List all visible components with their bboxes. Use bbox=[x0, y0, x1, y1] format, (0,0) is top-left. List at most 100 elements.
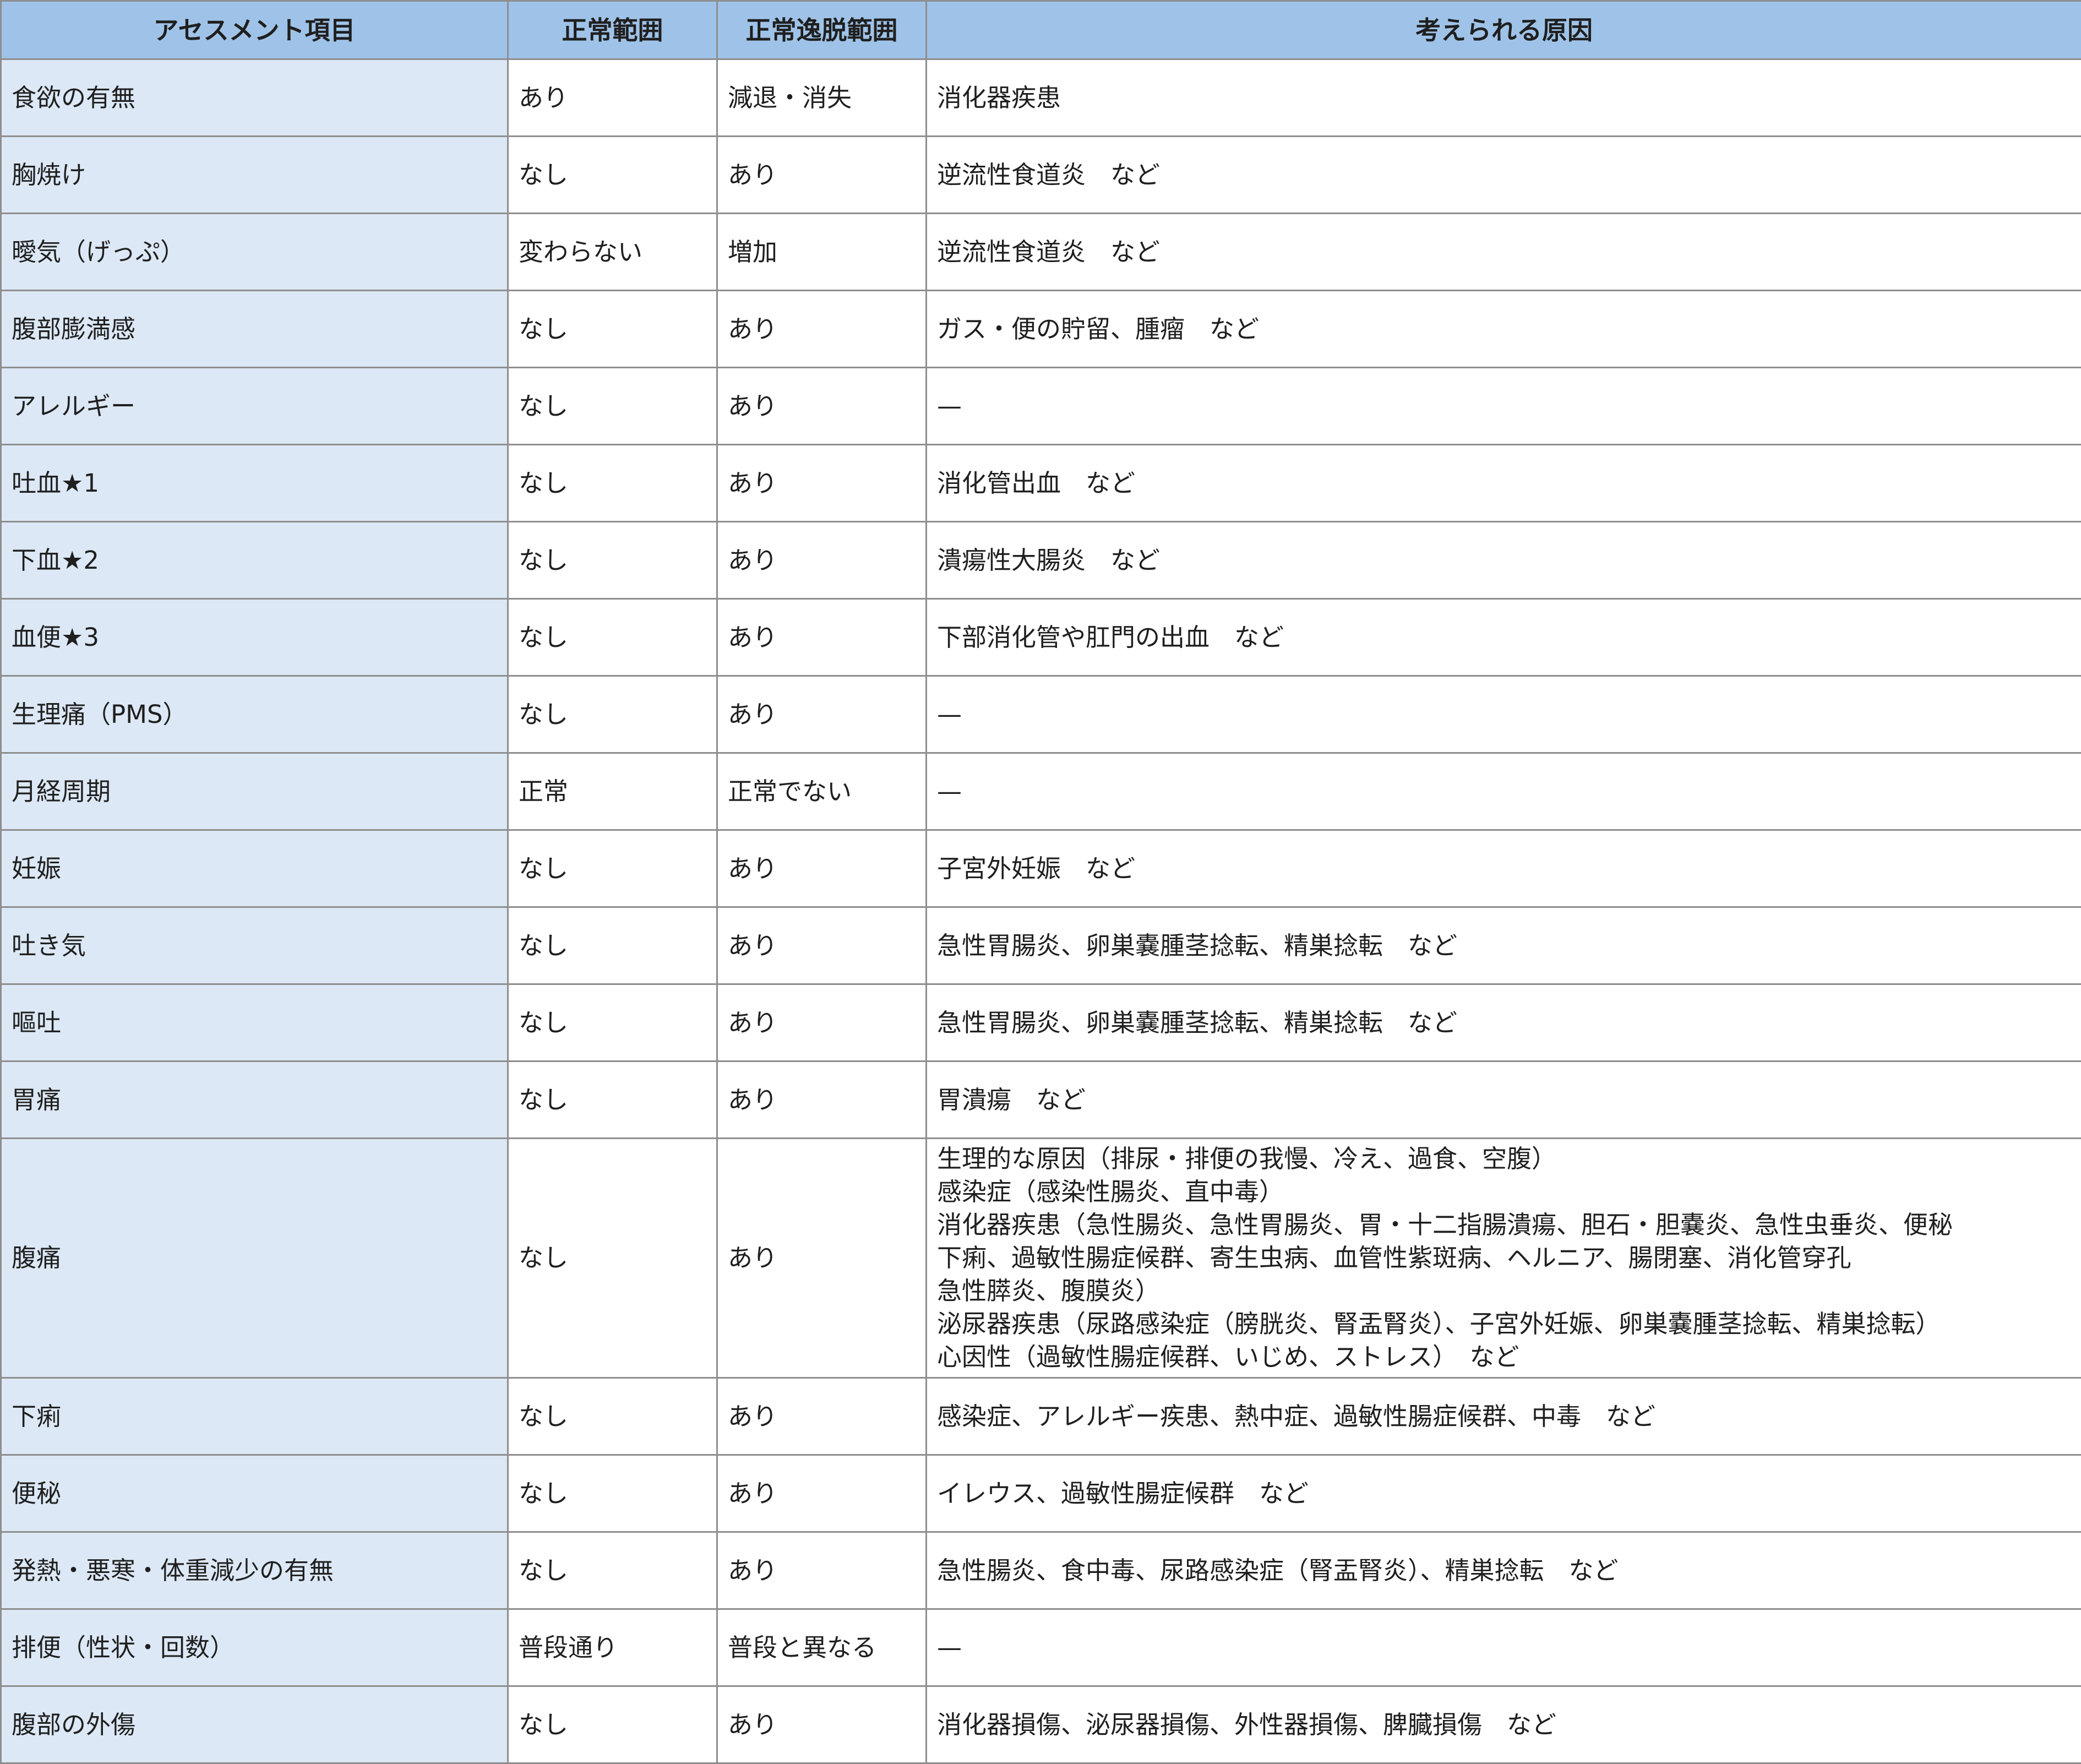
normal-range-cell: なし bbox=[508, 137, 717, 214]
cause-line: イレウス、過敏性腸症候群 など bbox=[937, 1477, 2081, 1510]
cause-line: 急性胃腸炎、卵巣嚢腫茎捻転、精巣捻転 など bbox=[937, 929, 2081, 962]
cause-line: — bbox=[937, 775, 2081, 808]
assessment-item-cell: 腹部膨満感 bbox=[1, 291, 508, 368]
normal-range-cell: なし bbox=[508, 1061, 717, 1139]
table-row: 曖気（げっぷ）変わらない増加逆流性食道炎 など bbox=[1, 214, 2081, 291]
abnormal-range-cell: あり bbox=[717, 830, 927, 907]
possible-causes-cell: イレウス、過敏性腸症候群 など bbox=[927, 1455, 2081, 1532]
abnormal-range-cell: あり bbox=[717, 1139, 927, 1378]
abnormal-range-cell: あり bbox=[717, 1455, 927, 1532]
cause-line: 消化管出血 など bbox=[937, 467, 2081, 500]
possible-causes-cell: — bbox=[927, 753, 2081, 830]
header-assessment-item: アセスメント項目 bbox=[1, 1, 508, 59]
cause-line: 感染症、アレルギー疾患、熱中症、過敏性腸症候群、中毒 など bbox=[937, 1400, 2081, 1433]
possible-causes-cell: 下部消化管や肛門の出血 など bbox=[927, 599, 2081, 676]
assessment-item-cell: 胃痛 bbox=[1, 1061, 508, 1139]
cause-line: 泌尿器疾患（尿路感染症（膀胱炎、腎盂腎炎）、子宮外妊娠、卵巣嚢腫茎捻転、精巣捻転… bbox=[937, 1308, 2081, 1341]
normal-range-cell: なし bbox=[508, 1532, 717, 1609]
table-header: アセスメント項目 正常範囲 正常逸脱範囲 考えられる原因 bbox=[1, 1, 2081, 59]
assessment-item-cell: 発熱・悪寒・体重減少の有無 bbox=[1, 1532, 508, 1609]
assessment-item-cell: 食欲の有無 bbox=[1, 59, 508, 137]
abnormal-range-cell: あり bbox=[717, 676, 927, 753]
cause-line: — bbox=[937, 390, 2081, 423]
table-row: 腹痛なしあり生理的な原因（排尿・排便の我慢、冷え、過食、空腹）感染症（感染性腸炎… bbox=[1, 1139, 2081, 1378]
table-row: 生理痛（PMS）なしあり— bbox=[1, 676, 2081, 753]
table-row: 嘔吐なしあり急性胃腸炎、卵巣嚢腫茎捻転、精巣捻転 など bbox=[1, 984, 2081, 1061]
normal-range-cell: 正常 bbox=[508, 753, 717, 830]
possible-causes-cell: 潰瘍性大腸炎 など bbox=[927, 522, 2081, 599]
possible-causes-cell: 逆流性食道炎 など bbox=[927, 137, 2081, 214]
cause-line: 消化器疾患（急性腸炎、急性胃腸炎、胃・十二指腸潰瘍、胆石・胆嚢炎、急性虫垂炎、便… bbox=[937, 1208, 2081, 1242]
possible-causes-cell: 逆流性食道炎 など bbox=[927, 214, 2081, 291]
cause-line: 生理的な原因（排尿・排便の我慢、冷え、過食、空腹） bbox=[937, 1142, 2081, 1175]
header-abnormal-range: 正常逸脱範囲 bbox=[717, 1, 927, 59]
normal-range-cell: なし bbox=[508, 522, 717, 599]
cause-line: 下痢、過敏性腸症候群、寄生虫病、血管性紫斑病、ヘルニア、腸閉塞、消化管穿孔 bbox=[937, 1242, 2081, 1275]
possible-causes-cell: 胃潰瘍 など bbox=[927, 1061, 2081, 1139]
table-row: 妊娠なしあり子宮外妊娠 など bbox=[1, 830, 2081, 907]
normal-range-cell: なし bbox=[508, 1686, 717, 1763]
normal-range-cell: 普段通り bbox=[508, 1609, 717, 1686]
cause-line: 子宮外妊娠 など bbox=[937, 852, 2081, 885]
normal-range-cell: 変わらない bbox=[508, 214, 717, 291]
possible-causes-cell: 消化器疾患 bbox=[927, 59, 2081, 137]
normal-range-cell: あり bbox=[508, 59, 717, 137]
assessment-item-cell: アレルギー bbox=[1, 368, 508, 445]
table-row: 便秘なしありイレウス、過敏性腸症候群 など bbox=[1, 1455, 2081, 1532]
abnormal-range-cell: あり bbox=[717, 907, 927, 984]
possible-causes-cell: 急性胃腸炎、卵巣嚢腫茎捻転、精巣捻転 など bbox=[927, 984, 2081, 1061]
assessment-item-cell: 生理痛（PMS） bbox=[1, 676, 508, 753]
abnormal-range-cell: あり bbox=[717, 1378, 927, 1455]
assessment-item-cell: 下痢 bbox=[1, 1378, 508, 1455]
table-body: 食欲の有無あり減退・消失消化器疾患胸焼けなしあり逆流性食道炎 など曖気（げっぷ）… bbox=[1, 59, 2081, 1763]
normal-range-cell: なし bbox=[508, 984, 717, 1061]
abnormal-range-cell: 正常でない bbox=[717, 753, 927, 830]
assessment-table: アセスメント項目 正常範囲 正常逸脱範囲 考えられる原因 食欲の有無あり減退・消… bbox=[0, 0, 2081, 1764]
header-possible-causes: 考えられる原因 bbox=[927, 1, 2081, 59]
normal-range-cell: なし bbox=[508, 907, 717, 984]
table-row: 食欲の有無あり減退・消失消化器疾患 bbox=[1, 59, 2081, 137]
normal-range-cell: なし bbox=[508, 676, 717, 753]
assessment-item-cell: 下血★2 bbox=[1, 522, 508, 599]
cause-line: 潰瘍性大腸炎 など bbox=[937, 544, 2081, 577]
possible-causes-cell: ガス・便の貯留、腫瘤 など bbox=[927, 291, 2081, 368]
possible-causes-cell: 消化管出血 など bbox=[927, 445, 2081, 522]
abnormal-range-cell: あり bbox=[717, 984, 927, 1061]
table-row: 下血★2なしあり潰瘍性大腸炎 など bbox=[1, 522, 2081, 599]
table-row: 吐き気なしあり急性胃腸炎、卵巣嚢腫茎捻転、精巣捻転 など bbox=[1, 907, 2081, 984]
assessment-item-cell: 嘔吐 bbox=[1, 984, 508, 1061]
assessment-item-cell: 腹部の外傷 bbox=[1, 1686, 508, 1763]
abnormal-range-cell: あり bbox=[717, 522, 927, 599]
abnormal-range-cell: あり bbox=[717, 445, 927, 522]
normal-range-cell: なし bbox=[508, 1139, 717, 1378]
table-row: 腹部膨満感なしありガス・便の貯留、腫瘤 など bbox=[1, 291, 2081, 368]
normal-range-cell: なし bbox=[508, 830, 717, 907]
abnormal-range-cell: あり bbox=[717, 599, 927, 676]
assessment-item-cell: 妊娠 bbox=[1, 830, 508, 907]
abnormal-range-cell: あり bbox=[717, 137, 927, 214]
cause-line: 消化器損傷、泌尿器損傷、外性器損傷、脾臓損傷 など bbox=[937, 1708, 2081, 1741]
table-row: 排便（性状・回数）普段通り普段と異なる— bbox=[1, 1609, 2081, 1686]
cause-line: 消化器疾患 bbox=[937, 81, 2081, 115]
table-row: 胃痛なしあり胃潰瘍 など bbox=[1, 1061, 2081, 1139]
assessment-item-cell: 腹痛 bbox=[1, 1139, 508, 1378]
cause-line: 下部消化管や肛門の出血 など bbox=[937, 621, 2081, 654]
cause-line: ガス・便の貯留、腫瘤 など bbox=[937, 313, 2081, 346]
cause-line: 急性胃腸炎、卵巣嚢腫茎捻転、精巣捻転 など bbox=[937, 1006, 2081, 1039]
abnormal-range-cell: あり bbox=[717, 368, 927, 445]
cause-line: — bbox=[937, 1631, 2081, 1664]
normal-range-cell: なし bbox=[508, 1455, 717, 1532]
possible-causes-cell: 急性胃腸炎、卵巣嚢腫茎捻転、精巣捻転 など bbox=[927, 907, 2081, 984]
assessment-item-cell: 月経周期 bbox=[1, 753, 508, 830]
normal-range-cell: なし bbox=[508, 1378, 717, 1455]
normal-range-cell: なし bbox=[508, 445, 717, 522]
abnormal-range-cell: あり bbox=[717, 1686, 927, 1763]
table-row: 吐血★1なしあり消化管出血 など bbox=[1, 445, 2081, 522]
assessment-item-cell: 吐き気 bbox=[1, 907, 508, 984]
cause-line: 感染症（感染性腸炎、直中毒） bbox=[937, 1175, 2081, 1208]
assessment-item-cell: 曖気（げっぷ） bbox=[1, 214, 508, 291]
possible-causes-cell: 子宮外妊娠 など bbox=[927, 830, 2081, 907]
assessment-item-cell: 血便★3 bbox=[1, 599, 508, 676]
assessment-item-cell: 胸焼け bbox=[1, 137, 508, 214]
normal-range-cell: なし bbox=[508, 599, 717, 676]
